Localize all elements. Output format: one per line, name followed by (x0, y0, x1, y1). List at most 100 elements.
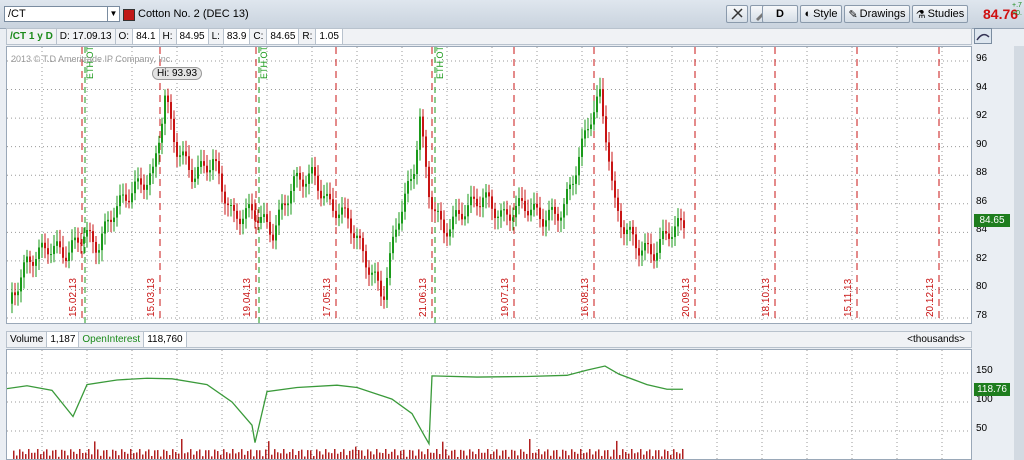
candle-body (128, 200, 130, 203)
date-label: 20.12.13 (925, 278, 936, 317)
candle-body (11, 292, 13, 304)
chart-settings-icon[interactable] (974, 28, 992, 44)
volume-bar (226, 452, 228, 459)
drawings-button[interactable]: ✎ Drawings (844, 5, 910, 23)
candle-body (32, 261, 34, 266)
candle-body (515, 205, 517, 218)
candle-body (209, 170, 211, 173)
volume-bar (334, 449, 336, 459)
candle-body (437, 210, 439, 212)
candle-body (38, 247, 40, 260)
volume-bar (16, 455, 18, 459)
candle-body (158, 142, 160, 154)
candle-body (35, 259, 37, 266)
candle-body (212, 159, 214, 171)
symbol-link-icon[interactable] (123, 9, 135, 21)
volume-bar (208, 450, 210, 459)
volume-bar (121, 449, 123, 459)
candle-body (110, 219, 112, 222)
volume-bar (418, 449, 420, 459)
volume-bar (673, 449, 675, 459)
candle-body (623, 227, 625, 235)
volume-bar (517, 455, 519, 459)
candle-body (233, 204, 235, 211)
candle-body (524, 200, 526, 212)
candle-body (632, 226, 634, 235)
volume-bar (448, 455, 450, 459)
candle-body (164, 95, 166, 124)
volume-bar (346, 455, 348, 459)
volume-bar (610, 456, 612, 459)
current-price-badge: 84.65 (974, 214, 1010, 227)
candle-body (569, 184, 571, 190)
crosshair-icon[interactable] (726, 5, 748, 23)
candle-body (665, 231, 667, 234)
volume-bar (220, 454, 222, 459)
volume-bar (676, 452, 678, 459)
candle-body (41, 242, 43, 248)
aggregation-label: D (776, 8, 784, 20)
volume-bar (505, 449, 507, 459)
volume-bar (139, 449, 141, 459)
candle-body (245, 208, 247, 219)
symbol-value: /CT (8, 8, 26, 20)
volume-bar (223, 449, 225, 459)
candle-body (347, 208, 349, 219)
candle-body (272, 234, 274, 241)
symbol-input[interactable]: /CT (4, 6, 108, 22)
volume-bar (148, 449, 150, 459)
volume-bar (403, 449, 405, 459)
volume-bar (64, 450, 66, 459)
volume-bar (583, 453, 585, 459)
volume-bar (433, 452, 435, 459)
volume-bar (190, 449, 192, 459)
volume-bar (205, 450, 207, 459)
studies-icon: ⚗ (915, 8, 926, 21)
volume-bar (628, 453, 630, 459)
close-value: 84.65 (267, 29, 300, 44)
scrollbar[interactable] (1014, 46, 1024, 460)
candle-body (170, 102, 172, 119)
volume-bar (91, 454, 93, 459)
candle-body (497, 216, 499, 219)
candle-body (500, 210, 502, 217)
volume-bar (19, 449, 21, 459)
volume-bar (376, 449, 378, 459)
candle-body (359, 235, 361, 239)
volume-bar (250, 449, 252, 459)
candle-body (290, 190, 292, 204)
candle-body (377, 271, 379, 281)
candle-body (80, 242, 82, 244)
date-label: 19.04.13 (242, 278, 253, 317)
volume-bar (277, 452, 279, 459)
expiry-label: ETH.OT (435, 47, 445, 79)
volume-chart[interactable] (6, 349, 972, 460)
volume-bar (460, 449, 462, 459)
style-button[interactable]: ◐ Style (800, 5, 842, 23)
volume-bar (238, 452, 240, 459)
volume-bar (85, 452, 87, 459)
volume-bar (235, 453, 237, 459)
candle-body (680, 218, 682, 221)
candle-body (314, 167, 316, 176)
candle-body (386, 277, 388, 300)
volume-bar (388, 453, 390, 459)
candle-body (161, 123, 163, 143)
price-chart[interactable]: 15.02.13 15.03.13 19.04.13 17.05.13 21.06.13… (6, 46, 972, 324)
candle-body (554, 206, 556, 214)
volume-bar (547, 449, 549, 459)
aggregation-button[interactable]: D (762, 5, 798, 23)
volume-bar (328, 452, 330, 459)
volume-bar (523, 451, 525, 459)
candle-body (503, 209, 505, 211)
price-change: +.7 +0. (1012, 2, 1022, 18)
studies-button[interactable]: ⚗ Studies (912, 5, 968, 23)
symbol-dropdown-button[interactable]: ▼ (108, 6, 120, 22)
volume-bar (451, 450, 453, 459)
volume-bar (667, 451, 669, 459)
volume-bar (394, 449, 396, 459)
volume-bar (631, 449, 633, 459)
volume-bar (340, 451, 342, 459)
candle-body (560, 217, 562, 221)
candle-body (428, 166, 430, 198)
